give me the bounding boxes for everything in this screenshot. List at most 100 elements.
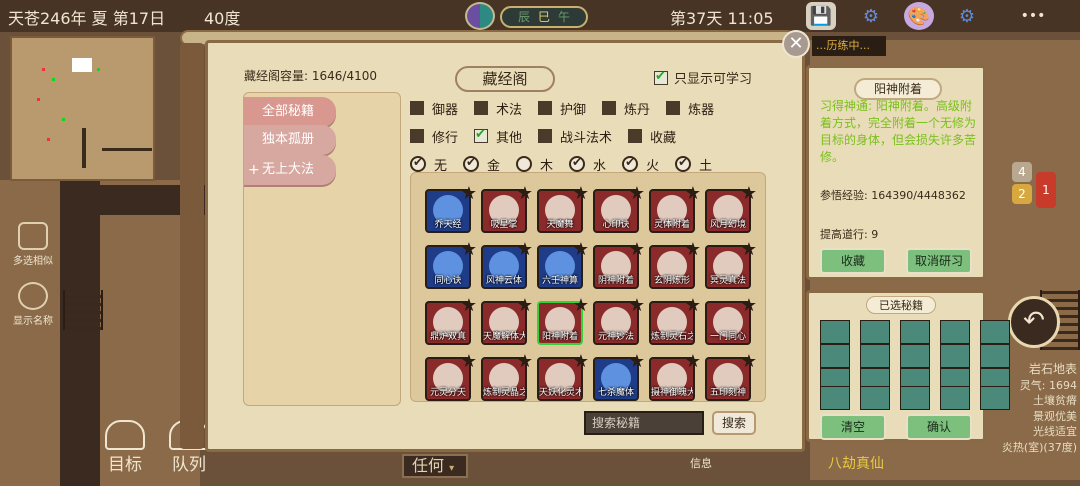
tools-icon[interactable]: ⚙ xyxy=(856,2,886,30)
type-filter[interactable]: 护御 xyxy=(538,99,586,118)
chosen-book-icon[interactable] xyxy=(980,386,1010,410)
checkbox-icon[interactable] xyxy=(538,101,553,115)
book-item[interactable]: 炼制灵石之术 ★ xyxy=(649,295,701,345)
chosen-book-icon[interactable] xyxy=(860,386,890,410)
count-badge[interactable]: 4 xyxy=(1012,162,1032,182)
checkbox-icon[interactable] xyxy=(666,101,681,115)
chosen-book-icon[interactable] xyxy=(940,386,970,410)
checkbox-icon[interactable] xyxy=(602,101,617,115)
type-filter[interactable]: 其他 xyxy=(474,127,522,146)
element-filter[interactable]: 水 xyxy=(569,155,606,174)
book-item[interactable]: 元灵分天 ★ xyxy=(425,351,477,401)
book-item[interactable]: 心印诀 ★ xyxy=(593,183,645,233)
element-filter[interactable]: 无 xyxy=(410,155,447,174)
count-badge[interactable]: 1 xyxy=(1036,172,1056,208)
book-item[interactable]: 阳神附着 ★ xyxy=(537,295,589,345)
chosen-book-icon[interactable] xyxy=(820,386,850,410)
element-filter[interactable]: 金 xyxy=(463,155,500,174)
radio-icon[interactable] xyxy=(410,155,426,172)
book-item[interactable]: 五印刻神 ★ xyxy=(705,351,757,401)
palette-icon[interactable]: 🎨 xyxy=(904,2,934,30)
chosen-book-icon[interactable] xyxy=(820,344,850,368)
chosen-book-icon[interactable] xyxy=(980,320,1010,344)
element-filter[interactable]: 土 xyxy=(675,155,712,174)
star-icon: ★ xyxy=(516,295,533,316)
book-item[interactable]: 同心诀 ★ xyxy=(425,239,477,289)
type-filter[interactable]: 炼丹 xyxy=(602,99,650,118)
book-name: 炼制灵晶之术 xyxy=(483,388,525,398)
minimap[interactable] xyxy=(10,36,155,181)
search-button[interactable]: 搜索 xyxy=(712,411,756,435)
element-filter[interactable]: 木 xyxy=(516,155,553,174)
chosen-book-icon[interactable] xyxy=(980,344,1010,368)
type-filter[interactable]: 术法 xyxy=(474,99,522,118)
category-all[interactable]: 全部秘籍 xyxy=(244,97,336,127)
any-filter-dropdown[interactable]: 任何 ▾ xyxy=(402,454,468,478)
chosen-book-icon[interactable] xyxy=(860,344,890,368)
close-button[interactable]: ✕ xyxy=(782,30,810,58)
book-item[interactable]: 灵体附着 ★ xyxy=(649,183,701,233)
type-filter[interactable]: 收藏 xyxy=(628,127,676,146)
book-item[interactable]: 摄神御魄大法 ★ xyxy=(649,351,701,401)
clear-button[interactable]: 清空 xyxy=(820,414,886,440)
radio-icon[interactable] xyxy=(516,156,533,172)
chosen-book-icon[interactable] xyxy=(900,320,930,344)
chosen-book-icon[interactable] xyxy=(860,320,890,344)
checkbox-icon[interactable] xyxy=(654,69,668,85)
radio-icon[interactable] xyxy=(463,155,480,172)
radio-icon[interactable] xyxy=(569,155,586,172)
chosen-book-icon[interactable] xyxy=(900,344,930,368)
only-learnable-toggle[interactable]: 只显示可学习 xyxy=(654,68,752,87)
type-filter[interactable]: 修行 xyxy=(410,127,458,146)
count-badge[interactable]: 2 xyxy=(1012,184,1032,204)
settings-gear-icon[interactable]: ⚙ xyxy=(952,2,982,30)
book-item[interactable]: 元神妙法 ★ xyxy=(593,295,645,345)
chosen-book-icon[interactable] xyxy=(940,320,970,344)
book-item[interactable]: 风月幻境 ★ xyxy=(705,183,757,233)
radio-icon[interactable] xyxy=(675,155,692,172)
search-input[interactable]: 搜索秘籍 xyxy=(584,411,704,435)
type-filter[interactable]: 炼器 xyxy=(666,99,714,118)
category-unique[interactable]: 独本孤册 xyxy=(244,125,336,155)
book-item[interactable]: 天妖化灵术 ★ xyxy=(537,351,589,401)
book-item[interactable]: 玄阴炼形 ★ xyxy=(649,239,701,289)
book-item[interactable]: 吸星掌 ★ xyxy=(481,183,533,233)
chosen-book-icon[interactable] xyxy=(940,344,970,368)
type-filter[interactable]: 御器 xyxy=(410,99,458,118)
checkbox-icon[interactable] xyxy=(474,127,489,143)
book-item[interactable]: 天魔舞 ★ xyxy=(537,183,589,233)
book-item[interactable]: 鼎炉双真 ★ xyxy=(425,295,477,345)
checkbox-icon[interactable] xyxy=(410,129,424,143)
type-filter[interactable]: 战斗法术 xyxy=(538,127,612,146)
book-item[interactable]: 六壬神算 ★ xyxy=(537,239,589,289)
book-item[interactable]: 风神云体 ★ xyxy=(481,239,533,289)
back-button[interactable]: ↶ xyxy=(1008,296,1060,348)
book-item[interactable]: 一门同心 ★ xyxy=(705,295,757,345)
checkbox-icon[interactable] xyxy=(410,101,424,115)
radio-icon[interactable] xyxy=(622,155,639,172)
confirm-button[interactable]: 确认 xyxy=(906,414,972,440)
checkbox-icon[interactable] xyxy=(474,101,489,115)
checkbox-icon[interactable] xyxy=(628,129,643,143)
checkbox-icon[interactable] xyxy=(538,129,553,143)
book-item[interactable]: 冥灵真法 ★ xyxy=(705,239,757,289)
category-supreme[interactable]: + 无上大法 xyxy=(244,155,336,185)
plus-icon: + xyxy=(248,162,260,178)
show-names-button[interactable]: 显示名称 xyxy=(8,282,58,327)
book-item[interactable]: 七杀魔体 ★ xyxy=(593,351,645,401)
save-icon[interactable]: 💾 xyxy=(806,2,836,30)
chosen-book-icon[interactable] xyxy=(820,320,850,344)
element-filter[interactable]: 火 xyxy=(622,155,659,174)
multi-select-button[interactable]: 多选相似 xyxy=(8,222,58,267)
menu-dots-icon[interactable]: ••• xyxy=(1018,2,1048,30)
book-item[interactable]: 天魔解体大法 ★ xyxy=(481,295,533,345)
book-item[interactable]: 阴神附着 ★ xyxy=(593,239,645,289)
collect-button[interactable]: 收藏 xyxy=(820,248,886,274)
info-label[interactable]: 信息 xyxy=(690,455,712,471)
book-item[interactable]: 炼制灵晶之术 ★ xyxy=(481,351,533,401)
book-item[interactable]: 乔天经 ★ xyxy=(425,183,477,233)
goal-button[interactable]: 目标 xyxy=(100,420,150,475)
chosen-book-icon[interactable] xyxy=(900,386,930,410)
cancel-study-button[interactable]: 取消研习 xyxy=(906,248,972,274)
taiji-icon[interactable] xyxy=(465,2,495,30)
